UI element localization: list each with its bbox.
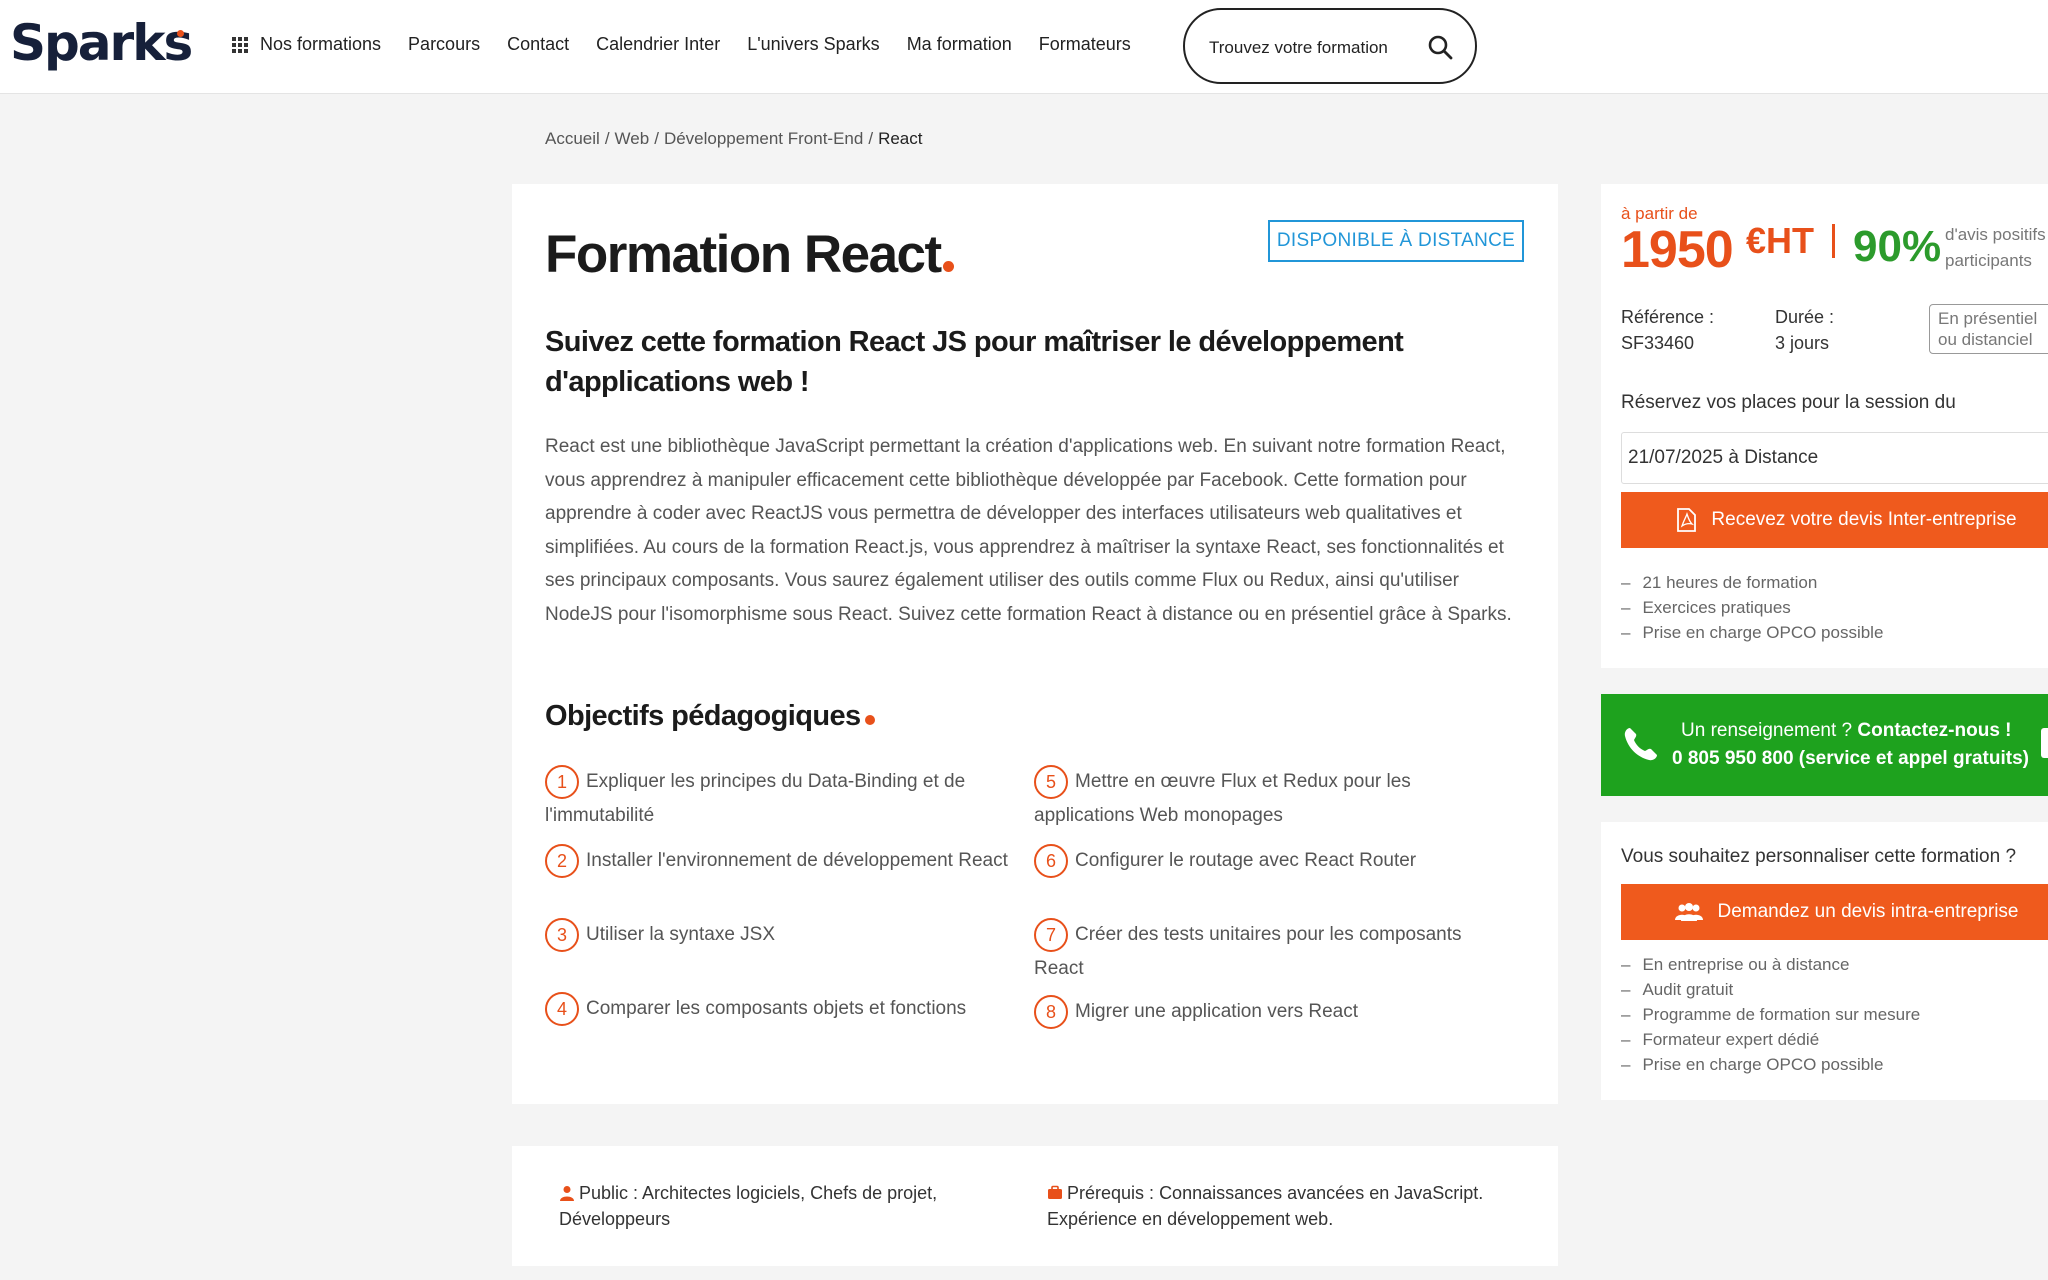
reserve-label: Réservez vos places pour la session du bbox=[1621, 392, 1956, 413]
list-item: Exercices pratiques bbox=[1621, 595, 1883, 620]
price-currency: €HT bbox=[1746, 220, 1815, 261]
objective-number: 4 bbox=[545, 992, 579, 1026]
list-item: Programme de formation sur mesure bbox=[1621, 1002, 1920, 1027]
grid-menu-icon[interactable] bbox=[232, 36, 248, 53]
sparks-logo[interactable]: Sparks bbox=[10, 14, 193, 72]
objective-number: 2 bbox=[545, 844, 579, 878]
objective-item: 5 Mettre en œuvre Flux et Redux pour les … bbox=[1034, 765, 1514, 833]
pricing-card: à partir de 1950 €HT 90% d'avis positifs… bbox=[1601, 184, 2048, 668]
list-item: 21 heures de formation bbox=[1621, 570, 1883, 595]
objectives-title: Objectifs pédagogiques bbox=[545, 700, 875, 733]
objective-number: 3 bbox=[545, 918, 579, 952]
search-icon[interactable] bbox=[1427, 34, 1453, 60]
rating-label: d'avis positifs participants bbox=[1945, 225, 2046, 270]
objective-number: 7 bbox=[1034, 918, 1068, 952]
nav-item-univers-sparks[interactable]: L'univers Sparks bbox=[747, 34, 880, 55]
list-item: Audit gratuit bbox=[1621, 977, 1920, 1002]
contact-phone[interactable]: 0 805 950 800 (service et appel gratuits… bbox=[1672, 748, 2029, 770]
rating-percent: 90% bbox=[1853, 222, 1942, 271]
course-subtitle: Suivez cette formation React JS pour maî… bbox=[545, 326, 1404, 398]
logo-dot bbox=[177, 30, 184, 37]
page-title: Formation React bbox=[545, 224, 954, 285]
breadcrumb: Accueil / Web / Développement Front-End / Reac… bbox=[545, 129, 923, 148]
briefcase-icon bbox=[1048, 1185, 1062, 1199]
pdf-icon bbox=[1677, 508, 1697, 532]
objective-item: 7 Créer des tests unitaires pour les comp… bbox=[1034, 918, 1514, 986]
reference: Référence : SF33460 bbox=[1621, 307, 1715, 353]
audience-card: Public : Architectes logiciels, Chefs de… bbox=[512, 1146, 1558, 1266]
nav-item-parcours[interactable]: Parcours bbox=[408, 34, 480, 55]
group-icon bbox=[1674, 903, 1703, 921]
contact-question: Un renseignement ? Contactez-nous ! bbox=[1681, 720, 2012, 741]
nav-item-ma-formation[interactable]: Ma formation bbox=[907, 34, 1012, 55]
customize-card: Vous souhaitez personnaliser cette forma… bbox=[1601, 822, 2048, 1100]
section-dot bbox=[864, 715, 875, 725]
contact-cta[interactable]: Contactez-nous ! bbox=[1857, 720, 2011, 741]
search-placeholder: Trouvez votre formation bbox=[1209, 38, 1388, 57]
list-item: Prise en charge OPCO possible bbox=[1621, 620, 1883, 645]
list-item: En entreprise ou à distance bbox=[1621, 952, 1920, 977]
price-value: 1950 bbox=[1621, 221, 1734, 279]
objective-number: 1 bbox=[545, 765, 579, 799]
objective-number: 5 bbox=[1034, 765, 1068, 799]
objective-number: 8 bbox=[1034, 995, 1068, 1029]
list-item: Prise en charge OPCO possible bbox=[1621, 1052, 1920, 1077]
breadcrumb-front-end[interactable]: Développement Front-End bbox=[664, 129, 863, 148]
course-description: React est une bibliothèque JavaScript pe… bbox=[545, 436, 1512, 625]
person-icon bbox=[560, 1186, 574, 1201]
nav-item-contact[interactable]: Contact bbox=[507, 34, 569, 55]
breadcrumb-accueil[interactable]: Accueil bbox=[545, 129, 600, 148]
intra-quote-button[interactable]: Demandez un devis intra-entreprise bbox=[1621, 884, 2048, 940]
customize-title: Vous souhaitez personnaliser cette forma… bbox=[1621, 846, 2017, 867]
objective-item: 2 Installer l'environnement de développem… bbox=[545, 844, 1025, 878]
title-dot bbox=[942, 261, 954, 272]
phone-icon bbox=[1624, 728, 1657, 761]
objective-item: 6 Configurer le routage avec React Router bbox=[1034, 844, 1514, 878]
public-info: Public : Architectes logiciels, Chefs de… bbox=[559, 1183, 938, 1229]
price-separator bbox=[1832, 224, 1835, 258]
intra-features-list: En entreprise ou à distance Audit gratui… bbox=[1621, 952, 1920, 1077]
breadcrumb-web[interactable]: Web bbox=[615, 129, 650, 148]
prerequisites-info: Prérequis : Connaissances avancées en Ja… bbox=[1047, 1183, 1484, 1229]
contact-banner[interactable]: Un renseignement ? Contactez-nous ! 0 80… bbox=[1601, 694, 2048, 796]
objective-item: 8 Migrer une application vers React bbox=[1034, 995, 1514, 1029]
mode-box: En présentiel ou distanciel bbox=[1929, 304, 2048, 354]
search-input[interactable]: Trouvez votre formation bbox=[1183, 8, 1477, 84]
session-select[interactable]: 21/07/2025 à Distance bbox=[1621, 432, 2048, 484]
breadcrumb-current: React bbox=[878, 129, 923, 148]
distance-badge: DISPONIBLE À DISTANCE bbox=[1268, 220, 1524, 262]
inter-quote-button[interactable]: Recevez votre devis Inter-entreprise bbox=[1621, 492, 2048, 548]
site-header: Sparks Nos formations Parcours Contact C… bbox=[0, 0, 2048, 94]
nav-item-nos-formations[interactable]: Nos formations bbox=[260, 34, 381, 55]
main-nav: Nos formations Parcours Contact Calendri… bbox=[232, 34, 1158, 55]
course-main-card: Formation React DISPONIBLE À DISTANCE Su… bbox=[512, 184, 1558, 1104]
duration: Durée :3 jours bbox=[1775, 307, 1835, 353]
chat-tab[interactable] bbox=[2041, 728, 2048, 758]
objective-item: 3 Utiliser la syntaxe JSX bbox=[545, 918, 1025, 952]
objective-item: 1 Expliquer les principes du Data-Binding… bbox=[545, 765, 1025, 833]
nav-item-formateurs[interactable]: Formateurs bbox=[1039, 34, 1131, 55]
objective-item: 4 Comparer les composants objets et fonct… bbox=[545, 992, 1025, 1026]
nav-item-calendrier-inter[interactable]: Calendrier Inter bbox=[596, 34, 720, 55]
objective-number: 6 bbox=[1034, 844, 1068, 878]
list-item: Formateur expert dédié bbox=[1621, 1027, 1920, 1052]
inter-features-list: 21 heures de formation Exercices pratiqu… bbox=[1621, 570, 1883, 645]
